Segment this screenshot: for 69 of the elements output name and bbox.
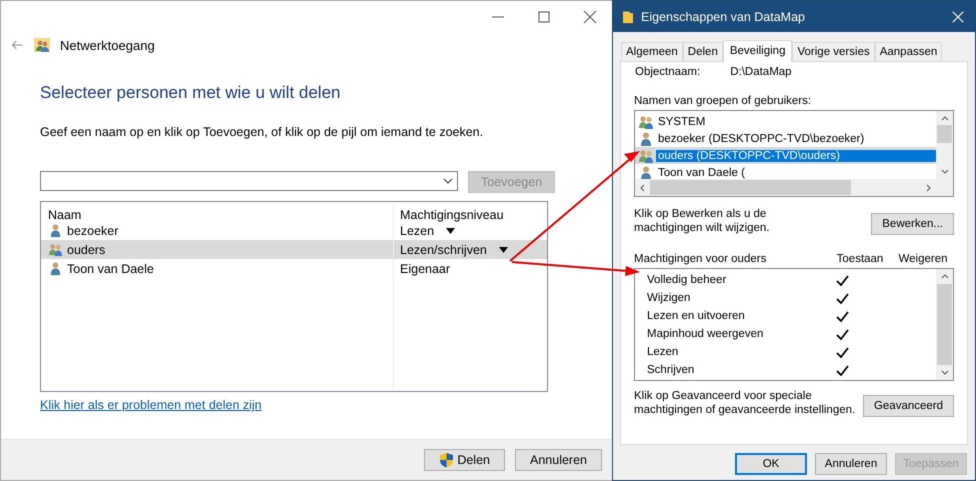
user-list-item[interactable]: ouders (DESKTOPPC-TVD\ouders) (656, 150, 936, 162)
tab[interactable]: Vorige versies (792, 42, 875, 61)
group-icon (638, 148, 654, 164)
scroll-up-icon[interactable] (940, 114, 948, 122)
cancel-button[interactable]: Annuleren (515, 449, 602, 471)
user-icon (638, 130, 654, 146)
name-text: ouders (67, 242, 106, 256)
scrollbar-thumb[interactable] (937, 284, 952, 365)
scrollbar-thumb[interactable] (937, 125, 952, 143)
edit-button[interactable]: Bewerken... (871, 213, 954, 235)
page-heading: Selecteer personen met wie u wilt delen (40, 83, 342, 103)
dropdown-arrow-icon[interactable] (498, 246, 508, 252)
dropdown-arrow-icon[interactable] (446, 228, 456, 234)
permission-name: Lezen (647, 346, 680, 358)
vertical-scrollbar[interactable] (936, 269, 953, 380)
scroll-left-icon[interactable] (638, 184, 646, 192)
dialog-button[interactable]: OK (735, 453, 807, 475)
list-row[interactable]: Toon van Daele (41, 259, 393, 278)
tab[interactable]: Aanpassen (874, 42, 942, 61)
window-title: Netwerktoegang (60, 38, 155, 52)
user-icon (48, 223, 63, 238)
group-icon (48, 242, 63, 257)
object-name-label: Objectnaam: (635, 66, 700, 78)
permission-name: Mapinhoud weergeven (647, 328, 764, 340)
shield-icon (439, 452, 454, 468)
column-header: Weigeren (897, 253, 948, 265)
permission-name: Lezen en uitvoeren (647, 310, 746, 322)
scroll-up-icon[interactable] (940, 272, 948, 280)
tab[interactable]: Algemeen (621, 42, 683, 61)
horizontal-scrollbar[interactable] (635, 179, 936, 196)
maximize-icon[interactable] (536, 9, 552, 25)
users-label: Namen van groepen of gebruikers: (634, 95, 812, 107)
close-icon[interactable] (582, 9, 598, 25)
name-text: bezoeker (67, 224, 118, 238)
scroll-down-icon[interactable] (940, 369, 948, 377)
tab[interactable]: Delen (682, 42, 723, 61)
advanced-note: Klik op Geavanceerd voor speciale machtigingen of geavanceerde instellingen. (634, 389, 856, 417)
edit-note: Klik op Bewerken als u de machtigingen wilt wijzigen. (634, 207, 771, 235)
permission-name: Wijzigen (647, 292, 692, 304)
window-title: Eigenschappen van DataMap (641, 10, 806, 24)
instruction-text: Geef een naam op en klik op Toevoegen, of klik op de pijl om iemand te zoeken. (40, 125, 484, 139)
folder-icon (623, 9, 633, 24)
scroll-down-icon[interactable] (940, 168, 948, 176)
advanced-button[interactable]: Geavanceerd (862, 395, 954, 417)
scroll-right-icon[interactable] (925, 184, 933, 192)
user-list-item[interactable]: SYSTEM (656, 116, 708, 128)
permission-name: Schrijven (647, 364, 696, 376)
tab[interactable]: Beveiliging (722, 40, 792, 62)
group-icon (34, 37, 50, 53)
object-name-value: D:\DataMap (730, 66, 792, 78)
user-icon (638, 164, 654, 179)
name-text: Toon van Daele (67, 262, 154, 276)
dialog-button[interactable]: Annuleren (815, 453, 887, 475)
column-header: Toestaan (836, 253, 884, 265)
vertical-scrollbar[interactable] (936, 111, 953, 179)
back-arrow-icon[interactable] (10, 39, 24, 51)
permission-level[interactable]: Eigenaar (400, 262, 450, 276)
name-combo-box[interactable] (40, 171, 458, 191)
help-link[interactable]: Klik hier als er problemen met delen zijn (40, 398, 262, 412)
permission-name: Volledig beheer (647, 274, 728, 286)
share-button[interactable]: Delen (424, 449, 505, 471)
user-icon (48, 261, 63, 276)
user-list-item[interactable]: bezoeker (DESKTOPPC-TVD\bezoeker) (656, 132, 866, 144)
list-row[interactable]: bezoeker (41, 221, 393, 240)
user-list-item[interactable]: Toon van Daele ( (656, 166, 747, 178)
scrollbar-thumb[interactable] (650, 180, 851, 195)
permissions-title: Machtigingen voor ouders (634, 253, 768, 265)
group-icon (638, 114, 654, 130)
list-row[interactable]: ouders (41, 240, 393, 259)
